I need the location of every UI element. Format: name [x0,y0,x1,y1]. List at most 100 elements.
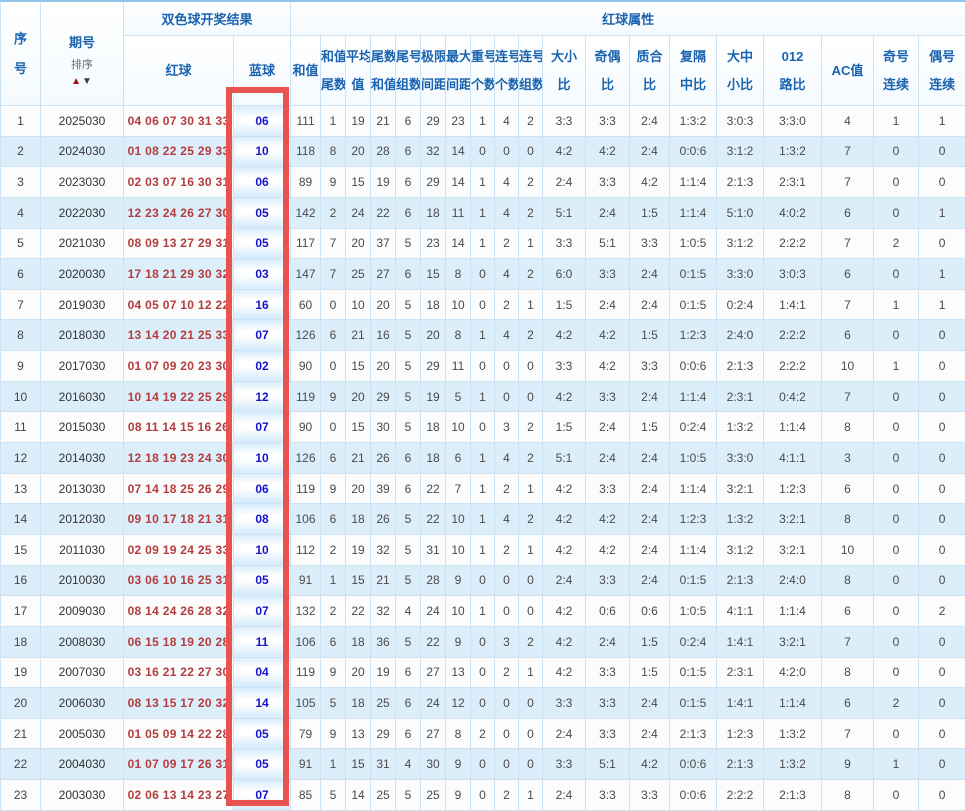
col-header-text: 间距 [421,76,446,92]
attr-value-cell: 0:1:5 [669,687,718,719]
attr-value-cell: 0 [918,564,965,597]
attr-value-cell: 1 [518,533,544,566]
attr-value-cell: 0 [470,656,496,689]
attr-value-cell: 4:2 [629,166,671,198]
attr-value-cell: 24 [345,196,372,229]
attr-value-cell: 6 [320,625,347,658]
attr-value-cell: 3:3 [585,166,631,198]
attr-value-cell: 24 [420,687,447,719]
blue-ball-cell: 16 [232,288,292,321]
attr-value-cell: 1:3:2 [716,411,765,444]
table-row: 23 2003030 02 06 13 14 23 27 07 85 5 14 25 5 25 9 0… [0,779,965,811]
red-balls-cell: 13 14 20 21 25 33 [123,319,234,352]
attr-value-cell: 7 [821,227,875,260]
attr-value-cell: 142 [290,196,322,229]
blue-ball-cell: 08 [232,503,292,535]
attr-value-cell: 0 [873,380,920,413]
seq-cell: 6 [0,258,41,290]
attr-value-cell: 22 [345,595,372,627]
attr-value-cell: 8 [445,319,472,352]
attr-value-cell: 2:1:3 [716,564,765,597]
attr-value-cell: 2:2:2 [763,350,823,382]
blue-ball-cell: 05 [232,196,292,229]
col-header-text: 连号 [495,49,519,65]
attr-value-cell: 32 [370,533,397,566]
attr-value-cell: 6 [320,503,347,535]
attr-value-cell: 3:3 [585,258,631,290]
attr-value-cell: 2:4 [629,687,671,719]
attr-value-cell: 9 [445,625,472,658]
attr-value-cell: 8 [821,503,875,535]
seq-cell: 21 [0,717,41,750]
attr-value-cell: 36 [370,625,397,658]
attr-value-cell: 0 [918,411,965,444]
attr-value-cell: 2:4 [585,196,631,229]
attr-value-cell: 4:2 [542,503,587,535]
red-balls-cell: 08 09 13 27 29 31 [123,227,234,260]
attr-value-cell: 106 [290,625,322,658]
attr-value-cell: 90 [290,411,322,444]
attr-value-cell: 3:3 [629,227,671,260]
attr-value-cell: 5 [395,533,422,566]
issue-cell: 2011030 [40,533,124,566]
attr-value-cell: 0:1:5 [669,564,718,597]
attr-value-cell: 6 [395,717,422,750]
attr-value-cell: 23 [445,105,472,137]
attr-value-cell: 1 [518,227,544,260]
attr-value-cell: 0 [918,319,965,352]
attr-value-cell: 4:0:2 [763,196,823,229]
blue-ball-cell: 05 [232,748,292,781]
sort-ascending-icon[interactable]: ▲ [71,76,82,87]
attr-value-cell: 4 [494,442,520,474]
attr-value-cell: 5 [395,625,422,658]
attr-value-cell: 118 [290,135,322,168]
col-header-text: 复隔 [680,49,707,65]
attr-value-cell: 79 [290,717,322,750]
attr-value-cell: 3:2:1 [763,625,823,658]
attr-value-cell: 7 [821,135,875,168]
attr-value-cell: 2 [470,717,496,750]
attr-value-cell: 119 [290,472,322,505]
red-balls-cell: 04 06 07 30 31 33 [123,105,234,137]
issue-sort-control[interactable]: 排序 ▲▼ [42,59,123,87]
attr-value-cell: 2 [518,196,544,229]
table-row: 9 2017030 01 07 09 20 23 30 02 90 0 15 20 5 29 11 0… [0,350,965,382]
attr-value-cell: 89 [290,166,322,198]
attr-value-cell: 2:4 [629,135,671,168]
attr-value-cell: 1:0:5 [669,227,718,260]
attr-value-cell: 9 [821,748,875,781]
attr-value-cell: 20 [370,288,397,321]
attr-value-cell: 1 [873,105,920,137]
attr-value-cell: 2:4:0 [763,564,823,597]
attr-value-cell: 126 [290,319,322,352]
attr-value-cell: 0 [320,411,347,444]
attr-value-cell: 1:0:5 [669,595,718,627]
blue-ball-cell: 12 [232,380,292,413]
attr-value-cell: 2 [320,533,347,566]
col-header-text: 尾号 [396,49,421,65]
attr-value-cell: 3:3 [542,350,587,382]
blue-ball-cell: 07 [232,319,292,352]
attr-value-cell: 1:5 [629,319,671,352]
blue-ball-cell: 11 [232,625,292,658]
attr-value-cell: 4 [821,105,875,137]
attr-value-cell: 0 [873,442,920,474]
issue-cell: 2025030 [40,105,124,137]
attr-value-cell: 0 [918,503,965,535]
sort-descending-icon[interactable]: ▼ [82,76,93,87]
attr-value-cell: 1 [320,105,347,137]
attr-value-cell: 9 [320,380,347,413]
attr-value-cell: 0 [873,258,920,290]
attr-value-cell: 6 [320,319,347,352]
attr-value-cell: 2 [494,227,520,260]
seq-cell: 16 [0,564,41,597]
attr-value-cell: 4:2 [542,533,587,566]
attr-value-cell: 1:1:4 [669,196,718,229]
col-header-average: 平均值 [345,35,372,106]
attr-value-cell: 4:2 [585,319,631,352]
table-row: 16 2010030 03 06 10 16 25 31 05 91 1 15 21 5 28 9 0… [0,564,965,597]
red-balls-cell: 17 18 21 29 30 32 [123,258,234,290]
issue-cell: 2021030 [40,227,124,260]
attr-value-cell: 22 [420,472,447,505]
issue-cell: 2009030 [40,595,124,627]
